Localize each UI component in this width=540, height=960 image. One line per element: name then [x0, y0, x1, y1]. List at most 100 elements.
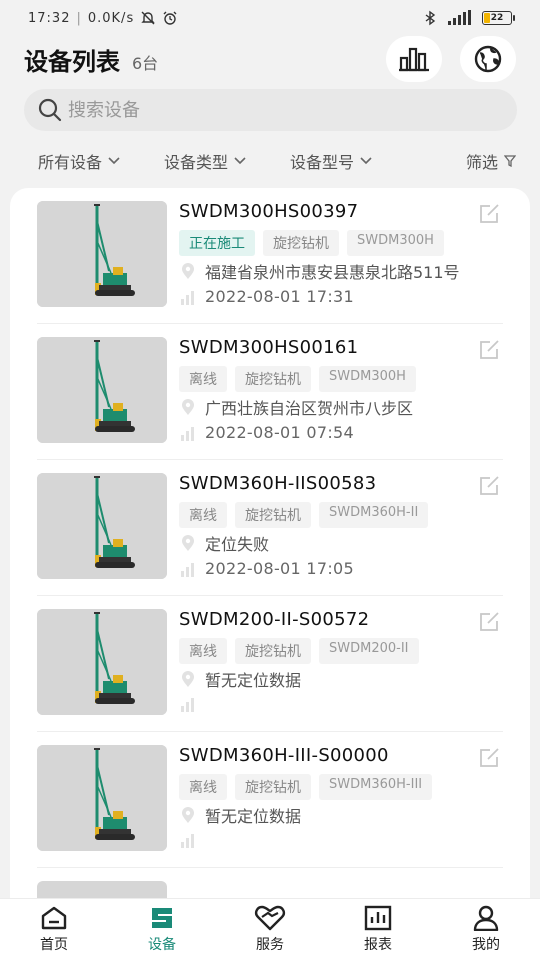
status-badge: 离线	[179, 366, 227, 392]
search-bar[interactable]	[24, 89, 517, 131]
edit-icon[interactable]	[479, 746, 501, 768]
location-row: 暂无定位数据	[179, 667, 301, 691]
tab-label: 报表	[364, 937, 392, 953]
filter-button[interactable]: 筛选	[466, 149, 516, 173]
device-tags: 离线 旋挖钻机 SWDM360H-II	[179, 502, 429, 528]
tab-profile[interactable]: 我的	[446, 905, 526, 954]
device-card[interactable]: SWDM360H-IIS00583 离线 旋挖钻机 SWDM360H-II 定位…	[37, 460, 503, 596]
edit-icon[interactable]	[479, 610, 501, 632]
last-update-time: 2022-08-01 17:05	[205, 559, 354, 578]
device-count: 6台	[132, 54, 159, 73]
bar-chart-icon	[399, 47, 429, 72]
filter-label: 设备类型	[164, 153, 229, 172]
report-icon	[364, 905, 392, 931]
signal-bars-icon	[181, 562, 194, 577]
signal-bars-icon	[181, 698, 194, 712]
drilling-rig-image	[37, 745, 167, 851]
time-row	[179, 831, 205, 849]
tab-label: 设备	[148, 937, 176, 953]
filter-all-devices[interactable]: 所有设备	[38, 149, 120, 173]
device-tags: 离线 旋挖钻机 SWDM360H-III	[179, 774, 433, 800]
map-view-button[interactable]	[460, 36, 516, 82]
device-thumbnail	[37, 881, 167, 898]
device-location: 福建省泉州市惠安县惠泉北路511号	[205, 263, 460, 282]
filter-bar: 所有设备 设备类型 设备型号 筛选	[0, 142, 540, 180]
mute-bell-icon	[141, 11, 155, 25]
device-type-badge: 旋挖钻机	[235, 366, 311, 392]
edit-icon[interactable]	[479, 474, 501, 496]
device-card[interactable]: SWDM300HS00397 正在施工 旋挖钻机 SWDM300H 福建省泉州市…	[37, 188, 503, 324]
device-id: SWDM360H-IIS00583	[179, 473, 377, 494]
home-icon	[41, 906, 67, 930]
device-id: SWDM300HS00161	[179, 337, 359, 358]
device-type-badge: 旋挖钻机	[263, 230, 339, 256]
location-row: 广西壮族自治区贺州市八步区	[179, 395, 413, 419]
device-thumbnail	[37, 473, 167, 579]
location-pin-icon	[182, 535, 194, 551]
device-card-partial[interactable]	[37, 868, 503, 898]
device-model-badge: SWDM300H	[347, 230, 444, 256]
page-title: 设备列表	[24, 47, 120, 76]
filter-device-type[interactable]: 设备类型	[164, 149, 246, 173]
device-icon	[152, 908, 172, 928]
device-model-badge: SWDM360H-III	[319, 774, 433, 800]
tab-home[interactable]: 首页	[14, 905, 94, 954]
funnel-icon	[504, 155, 516, 167]
drilling-rig-image	[37, 201, 167, 307]
device-thumbnail	[37, 609, 167, 715]
edit-icon[interactable]	[479, 338, 501, 360]
device-card[interactable]: SWDM200-II-S00572 离线 旋挖钻机 SWDM200-II 暂无定…	[37, 596, 503, 732]
user-icon	[473, 905, 499, 931]
device-id: SWDM300HS00397	[179, 201, 359, 222]
filter-device-model[interactable]: 设备型号	[290, 149, 372, 173]
tab-devices[interactable]: 设备	[122, 905, 202, 954]
signal-bars-icon	[181, 834, 194, 848]
network-speed: 0.0K/s	[87, 10, 135, 26]
last-update-time: 2022-08-01 07:54	[205, 423, 354, 442]
tab-reports[interactable]: 报表	[338, 905, 418, 954]
status-badge: 离线	[179, 638, 227, 664]
device-type-badge: 旋挖钻机	[235, 502, 311, 528]
device-location: 暂无定位数据	[205, 807, 302, 826]
status-time: 17:32	[28, 10, 71, 26]
device-location: 暂无定位数据	[205, 671, 302, 690]
location-pin-icon	[182, 671, 194, 687]
tab-service[interactable]: 服务	[230, 905, 310, 954]
signal-bars-icon	[181, 290, 194, 305]
drilling-rig-image	[37, 609, 167, 715]
battery-icon: 22	[482, 11, 515, 25]
status-badge: 正在施工	[179, 230, 255, 256]
signal-bars-icon	[181, 426, 194, 441]
device-type-badge: 旋挖钻机	[235, 638, 311, 664]
device-tags: 离线 旋挖钻机 SWDM200-II	[179, 638, 419, 664]
filter-label: 所有设备	[38, 153, 103, 172]
statistics-button[interactable]	[386, 36, 442, 82]
bottom-tab-bar: 首页 设备 服务 报表 我的	[0, 898, 540, 960]
status-badge: 离线	[179, 502, 227, 528]
device-type-badge: 旋挖钻机	[235, 774, 311, 800]
device-location: 定位失败	[205, 535, 270, 554]
device-location: 广西壮族自治区贺州市八步区	[205, 399, 414, 418]
battery-level: 22	[490, 13, 504, 23]
search-input[interactable]	[68, 99, 468, 121]
location-pin-icon	[182, 807, 194, 823]
tab-label: 我的	[472, 937, 500, 953]
time-row: 2022-08-01 07:54	[179, 423, 354, 442]
time-row: 2022-08-01 17:31	[179, 287, 354, 306]
chevron-down-icon	[234, 157, 246, 165]
edit-icon[interactable]	[479, 202, 501, 224]
filter-label: 设备型号	[290, 153, 355, 172]
signal-icon	[448, 10, 471, 25]
device-card[interactable]: SWDM300HS00161 离线 旋挖钻机 SWDM300H 广西壮族自治区贺…	[37, 324, 503, 460]
device-card[interactable]: SWDM360H-III-S00000 离线 旋挖钻机 SWDM360H-III…	[37, 732, 503, 868]
alarm-icon	[163, 11, 177, 25]
chevron-down-icon	[108, 157, 120, 165]
drilling-rig-image	[37, 473, 167, 579]
tab-label: 首页	[40, 937, 68, 953]
device-model-badge: SWDM360H-II	[319, 502, 429, 528]
chevron-down-icon	[360, 157, 372, 165]
last-update-time: 2022-08-01 17:31	[205, 287, 354, 306]
service-icon	[254, 905, 286, 931]
status-badge: 离线	[179, 774, 227, 800]
device-id: SWDM360H-III-S00000	[179, 745, 389, 766]
